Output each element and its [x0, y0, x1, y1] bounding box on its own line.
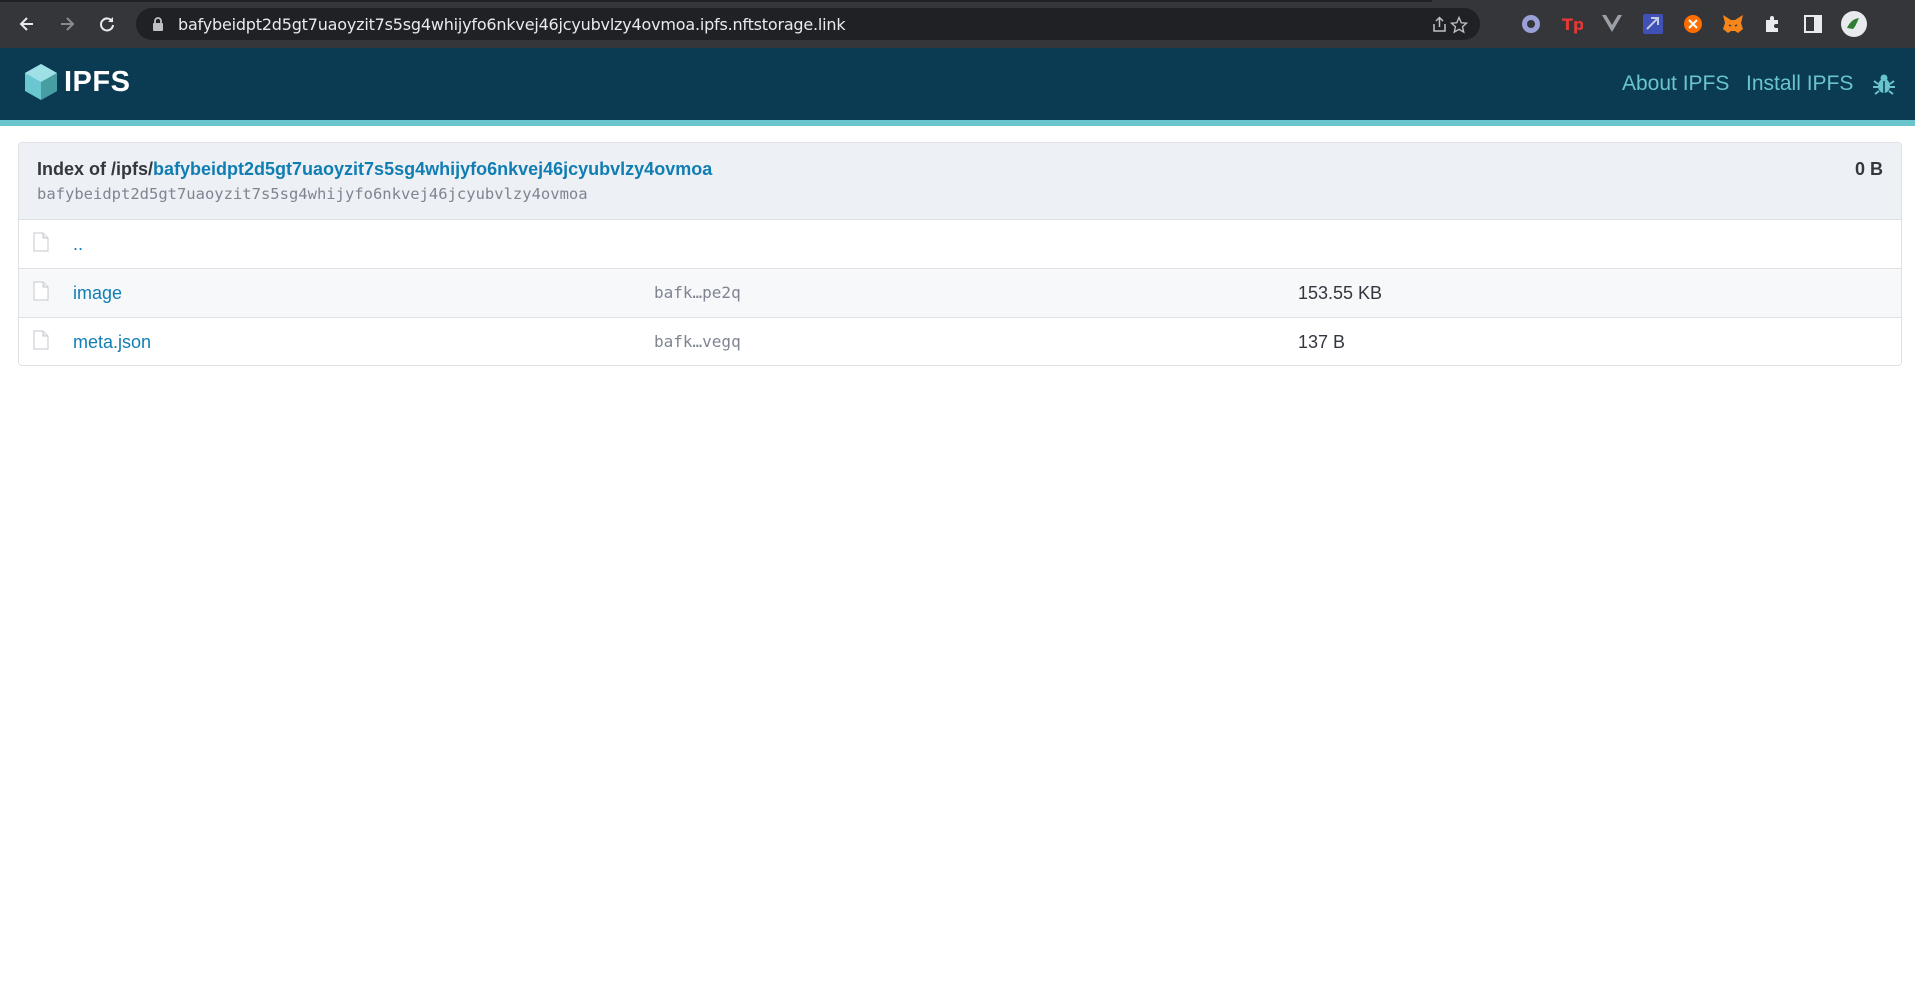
- total-size: 0 B: [1854, 159, 1883, 179]
- sidepanel-icon[interactable]: [1801, 12, 1825, 36]
- tp-extension-icon[interactable]: Tp: [1560, 12, 1584, 36]
- index-title: Index of /ipfs/bafybeidpt2d5gt7uaoyzit7s…: [37, 159, 712, 180]
- url-text[interactable]: bafybeidpt2d5gt7uaoyzit7s5sg4whijyfo6nkv…: [178, 15, 846, 34]
- file-size: 137 B: [1298, 332, 1346, 352]
- browser-toolbar: bafybeidpt2d5gt7uaoyzit7s5sg4whijyfo6nkv…: [0, 0, 1915, 48]
- header-accent-bar: [0, 120, 1915, 126]
- back-icon[interactable]: [12, 9, 42, 39]
- listing-header: Index of /ipfs/bafybeidpt2d5gt7uaoyzit7s…: [19, 143, 1901, 220]
- lock-icon[interactable]: [152, 17, 164, 36]
- file-hash-link[interactable]: bafk…vegq: [654, 332, 741, 351]
- index-cid-link[interactable]: bafybeidpt2d5gt7uaoyzit7s5sg4whijyfo6nkv…: [153, 159, 712, 179]
- share-icon[interactable]: [1430, 15, 1450, 35]
- address-bar[interactable]: bafybeidpt2d5gt7uaoyzit7s5sg4whijyfo6nkv…: [136, 8, 1480, 40]
- about-ipfs-link[interactable]: About IPFS: [1622, 72, 1729, 96]
- file-size: 153.55 KB: [1298, 283, 1383, 303]
- file-icon: [33, 330, 49, 355]
- forward-icon[interactable]: [52, 9, 82, 39]
- file-icon: [33, 281, 49, 306]
- record-extension-icon[interactable]: [1519, 12, 1543, 36]
- ipfs-logo[interactable]: IPFS: [24, 63, 130, 101]
- install-ipfs-link[interactable]: Install IPFS: [1746, 72, 1853, 96]
- logo-text: IPFS: [64, 65, 131, 98]
- puzzle-extensions-icon[interactable]: [1761, 12, 1785, 36]
- profile-avatar[interactable]: [1840, 10, 1868, 38]
- file-name-link[interactable]: meta.json: [73, 332, 151, 353]
- table-row: ..: [19, 220, 1901, 269]
- reload-icon[interactable]: [92, 9, 122, 39]
- table-row: meta.json bafk…vegq 137 B: [19, 318, 1901, 365]
- vpn-extension-icon[interactable]: [1641, 12, 1665, 36]
- bug-icon[interactable]: [1872, 72, 1896, 101]
- svg-text:Tp: Tp: [1562, 15, 1583, 34]
- vue-devtools-icon[interactable]: [1600, 12, 1624, 36]
- tab-strip-edge: [0, 0, 1432, 2]
- file-icon: [33, 232, 49, 257]
- ipfs-header: IPFS About IPFS Install IPFS: [0, 48, 1915, 126]
- file-name-link[interactable]: image: [73, 283, 122, 304]
- metamask-fox-icon[interactable]: [1721, 12, 1745, 36]
- star-icon[interactable]: [1449, 15, 1469, 35]
- index-cid-text: bafybeidpt2d5gt7uaoyzit7s5sg4whijyfo6nkv…: [37, 185, 588, 203]
- ipfs-cube-icon: [25, 64, 57, 100]
- orange-extension-icon[interactable]: [1681, 12, 1705, 36]
- parent-directory-link[interactable]: ..: [73, 234, 83, 255]
- directory-listing: Index of /ipfs/bafybeidpt2d5gt7uaoyzit7s…: [18, 142, 1902, 366]
- file-hash-link[interactable]: bafk…pe2q: [654, 283, 741, 302]
- table-row: image bafk…pe2q 153.55 KB: [19, 269, 1901, 318]
- index-prefix: Index of /ipfs/: [37, 159, 154, 179]
